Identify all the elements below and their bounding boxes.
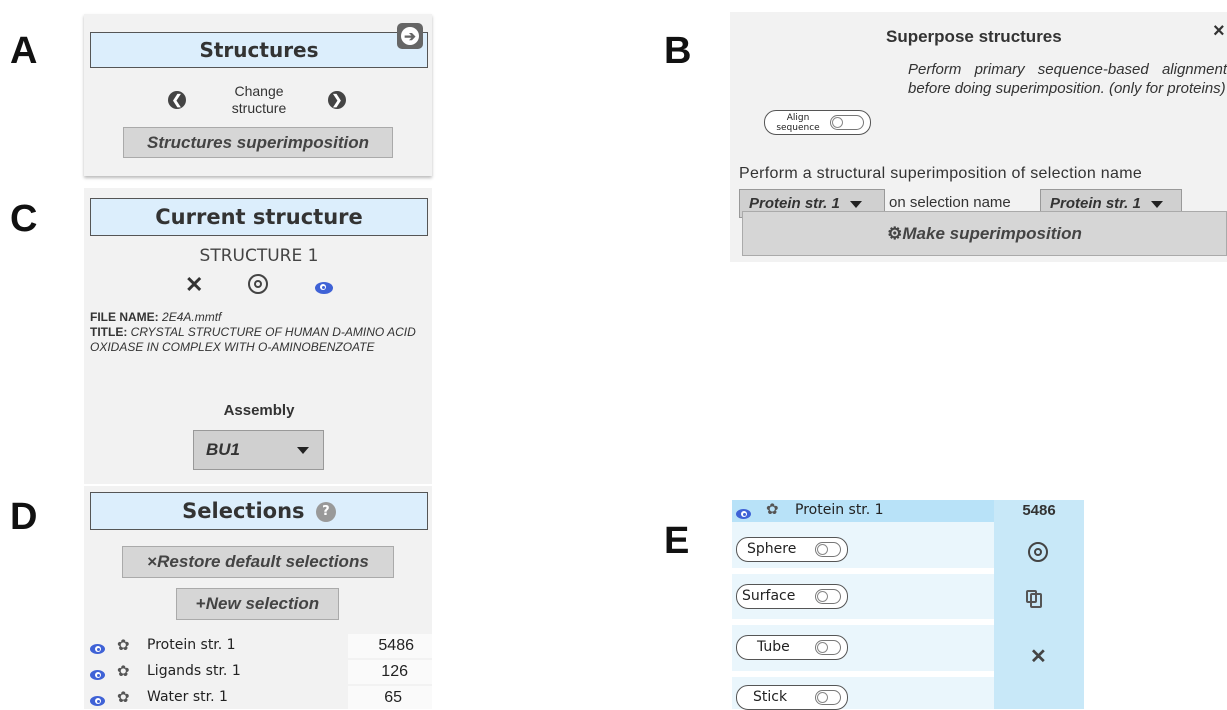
file-name-value: 2E4A.mmtf xyxy=(162,310,222,324)
row-divider xyxy=(732,619,994,625)
surface-switch[interactable] xyxy=(815,589,841,604)
change-structure-label: Change structure xyxy=(231,83,287,116)
structures-title: Structures xyxy=(199,38,319,62)
new-selection-button[interactable]: +New selection xyxy=(176,588,339,620)
selection-row[interactable]: ✿ Water str. 1 65 xyxy=(84,686,432,709)
gear-icon[interactable]: ✿ xyxy=(117,662,130,680)
selection-count: 65 xyxy=(384,689,402,706)
stick-toggle[interactable]: Stick xyxy=(736,685,848,710)
surface-toggle[interactable]: Surface xyxy=(736,584,848,609)
current-structure-header: Current structure xyxy=(90,198,428,236)
plus-icon: + xyxy=(195,594,206,613)
selection-count: 5486 xyxy=(1022,502,1056,519)
center-selection-icon[interactable] xyxy=(1028,542,1048,562)
visibility-eye-icon[interactable] xyxy=(90,692,105,710)
assembly-label: Assembly xyxy=(223,402,295,419)
gear-icon[interactable]: ✿ xyxy=(766,500,779,518)
title-label: TITLE: xyxy=(90,325,128,339)
prev-structure-icon[interactable]: ❮ xyxy=(168,91,186,109)
next-structure-icon[interactable]: ❯ xyxy=(328,91,346,109)
align-sequence-toggle[interactable]: Align sequence xyxy=(764,110,871,135)
selection-name: Protein str. 1 xyxy=(795,502,884,518)
make-superimposition-button[interactable]: ⚙Make superimposition xyxy=(742,211,1227,256)
perform-superposition-text: Perform a structural superimposition of … xyxy=(739,165,1143,182)
selection-row[interactable]: ✿ Ligands str. 1 126 xyxy=(84,660,432,684)
surface-label: Surface xyxy=(742,588,796,604)
align-toggle-switch[interactable] xyxy=(830,115,864,130)
visibility-eye-icon[interactable] xyxy=(315,279,333,297)
tube-label: Tube xyxy=(757,639,790,655)
collapse-panel-button[interactable]: ➔ xyxy=(397,23,423,49)
chevron-down-icon xyxy=(297,447,309,454)
structures-superimposition-button[interactable]: Structures superimposition xyxy=(123,127,393,158)
help-icon[interactable]: ? xyxy=(315,502,336,522)
sphere-label: Sphere xyxy=(747,541,797,557)
stick-switch[interactable] xyxy=(815,690,841,705)
tube-toggle[interactable]: Tube xyxy=(736,635,848,660)
restore-default-selections-button[interactable]: ×Restore default selections xyxy=(122,546,394,578)
sphere-toggle[interactable]: Sphere xyxy=(736,537,848,562)
visibility-eye-icon[interactable] xyxy=(90,640,105,658)
selection-row[interactable]: ✿ Protein str. 1 5486 xyxy=(84,634,432,658)
align-sequence-label: Align sequence xyxy=(776,113,820,133)
arrow-right-icon: ➔ xyxy=(401,27,419,45)
selection-count: 126 xyxy=(381,663,408,680)
copy-icon[interactable] xyxy=(1026,590,1042,608)
chevron-down-icon xyxy=(1151,200,1164,208)
x-icon: × xyxy=(147,552,158,571)
superpose-title: Superpose structures xyxy=(886,27,1062,46)
figure-label-d: D xyxy=(10,496,38,538)
structure-name: STRUCTURE 1 xyxy=(199,246,319,266)
on-selection-text: on selection name xyxy=(889,194,1011,211)
selections-title: Selections xyxy=(182,499,305,523)
selection-name: Ligands str. 1 xyxy=(147,663,241,679)
stick-label: Stick xyxy=(753,689,788,705)
current-structure-title: Current structure xyxy=(155,205,363,229)
file-name-label: FILE NAME: xyxy=(90,310,159,324)
figure-label-a: A xyxy=(10,30,38,72)
assembly-dropdown[interactable]: BU1 xyxy=(193,430,324,470)
figure-label-e: E xyxy=(664,520,690,562)
cogs-icon: ⚙ xyxy=(887,224,903,243)
chevron-down-icon xyxy=(850,200,863,208)
sphere-switch[interactable] xyxy=(815,542,841,557)
delete-structure-icon[interactable]: ✕ xyxy=(185,272,203,298)
row-divider xyxy=(732,671,994,677)
visibility-eye-icon[interactable] xyxy=(90,666,105,684)
selection-name: Water str. 1 xyxy=(147,689,228,705)
align-description: Perform primary sequence-based alignment… xyxy=(908,61,1227,97)
selections-header: Selections ? xyxy=(90,492,428,530)
structure-metadata: FILE NAME: 2E4A.mmtf TITLE: CRYSTAL STRU… xyxy=(90,310,428,355)
figure-label-b: B xyxy=(664,30,692,72)
visibility-eye-icon[interactable] xyxy=(736,505,751,523)
title-value: CRYSTAL STRUCTURE OF HUMAN D-AMINO ACID … xyxy=(90,325,416,354)
gear-icon[interactable]: ✿ xyxy=(117,636,130,654)
row-divider xyxy=(732,568,994,574)
center-structure-icon[interactable] xyxy=(248,274,268,294)
tube-switch[interactable] xyxy=(815,640,841,655)
delete-selection-icon[interactable]: ✕ xyxy=(1030,644,1047,669)
structures-header: Structures xyxy=(90,32,428,68)
close-icon[interactable]: × xyxy=(1213,20,1225,43)
gear-icon[interactable]: ✿ xyxy=(117,688,130,706)
selection-name: Protein str. 1 xyxy=(147,637,236,653)
figure-label-c: C xyxy=(10,198,38,240)
selection-count: 5486 xyxy=(378,637,414,654)
